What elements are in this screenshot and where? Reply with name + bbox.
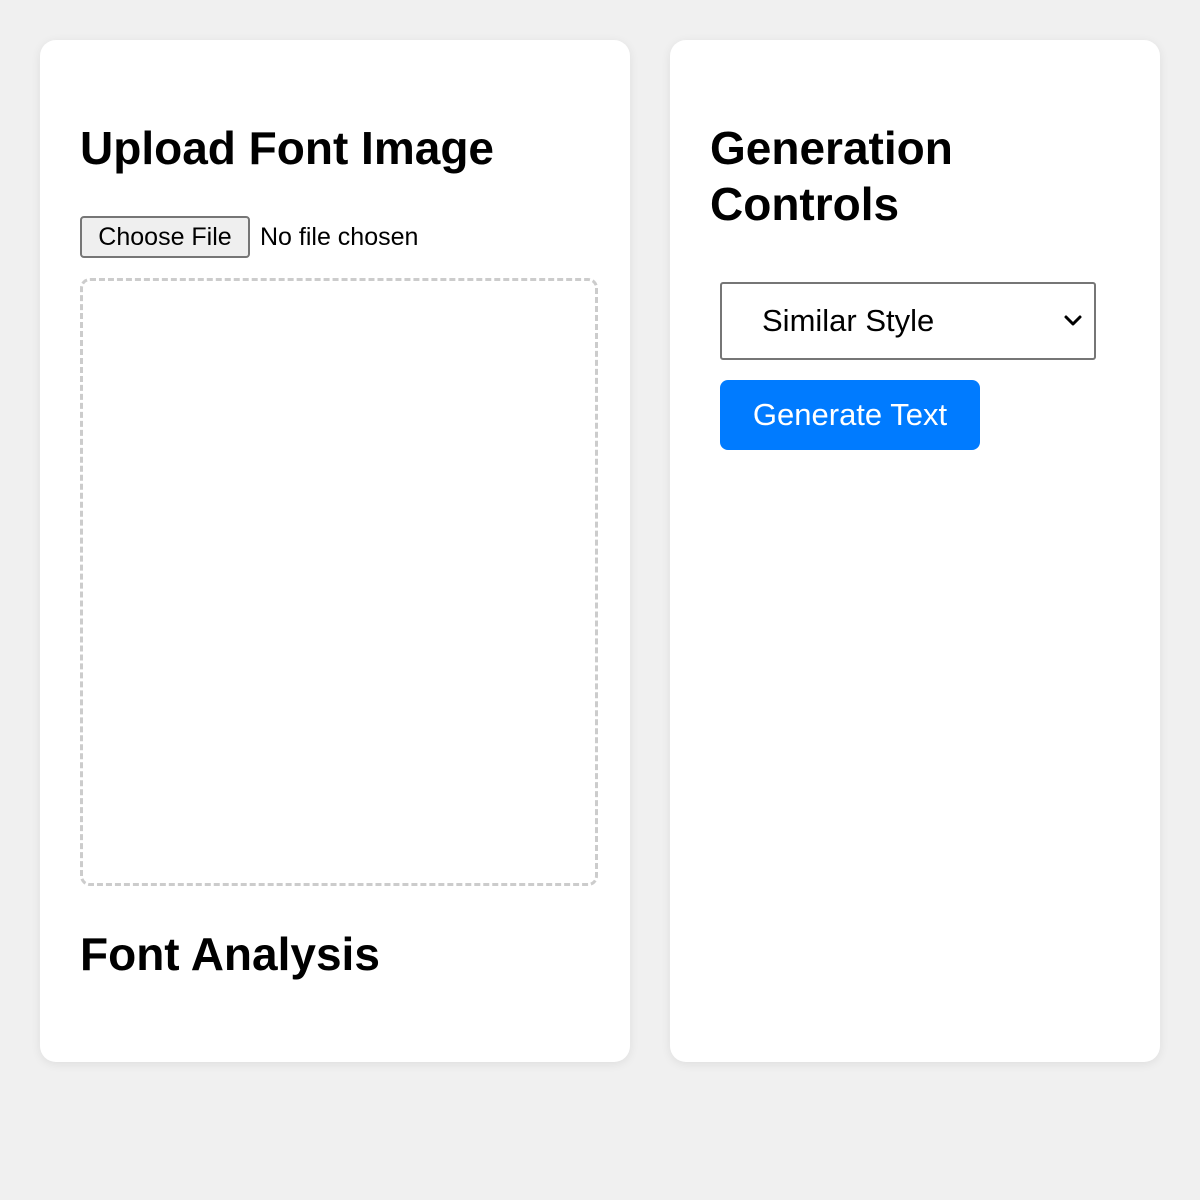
upload-font-image-heading: Upload Font Image [80, 122, 494, 174]
file-status-text: No file chosen [260, 222, 419, 251]
generate-text-button[interactable]: Generate Text [720, 380, 980, 450]
upload-panel: Upload Font Image Choose File No file ch… [40, 40, 630, 1062]
font-analysis-heading: Font Analysis [80, 928, 380, 980]
style-select[interactable]: Similar Style [720, 282, 1096, 360]
style-select-value: Similar Style [762, 303, 935, 338]
image-preview-area [80, 278, 598, 886]
generation-controls-heading: Generation Controls [710, 122, 953, 230]
choose-file-button[interactable]: Choose File [80, 216, 250, 258]
controls-panel: Generation Controls Similar Style Genera… [670, 40, 1160, 1062]
file-input[interactable]: Choose File No file chosen [80, 216, 418, 258]
chevron-down-icon [1062, 310, 1084, 332]
